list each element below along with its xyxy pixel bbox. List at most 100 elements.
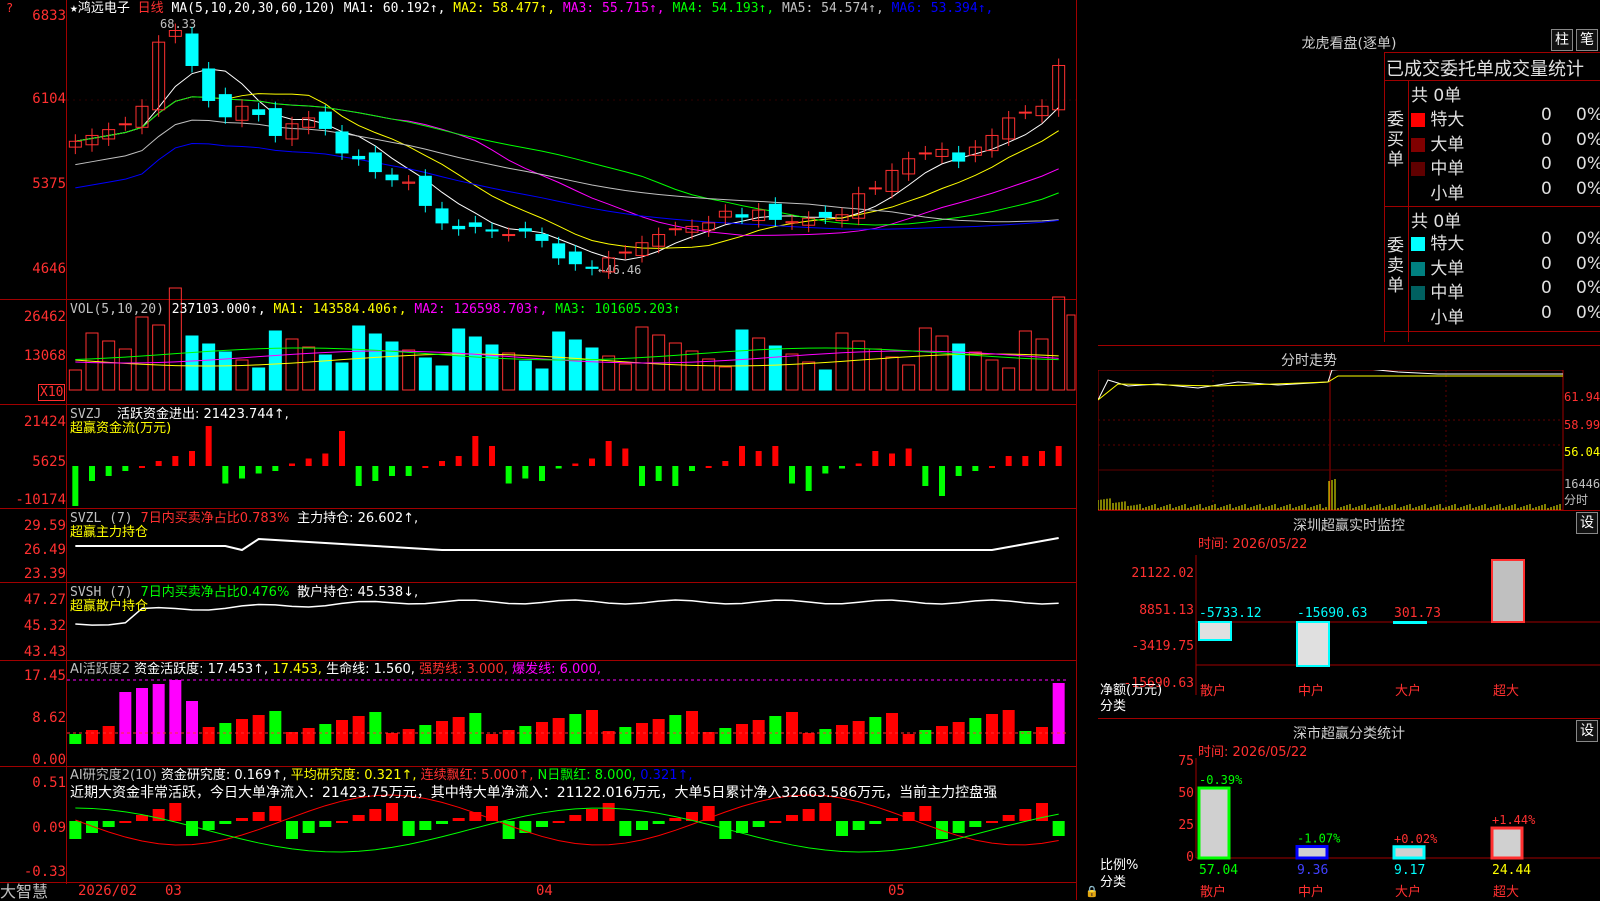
- order-row: 大单00%: [1411, 130, 1600, 155]
- chart-area[interactable]: ★鸿远电子 日线 MA(5,10,20,30,60,120) MA1: 60.1…: [0, 0, 1099, 900]
- activity-bar: [986, 714, 998, 744]
- fund-flow-bar: [1022, 456, 1029, 466]
- activity-bar: [469, 713, 482, 744]
- order-row: 小单00%: [1411, 179, 1600, 204]
- ai-active-axis-label: 0.00: [32, 752, 66, 768]
- sz-monitor-ylabel: 净额(万元): [1100, 683, 1163, 698]
- fund-flow-bar: [472, 436, 479, 466]
- fund-flow-bar: [539, 466, 545, 481]
- fund-flow-bar: [405, 466, 412, 476]
- volume-bar: [152, 324, 166, 391]
- vol-unit-badge: X10: [38, 384, 66, 401]
- price-axis-label: 6833: [32, 8, 66, 24]
- ratio-value-label: 9.36: [1297, 863, 1328, 878]
- net-amount-label: -5733.12: [1199, 606, 1262, 621]
- research-bar: [919, 806, 932, 821]
- research-bar: [286, 821, 298, 839]
- sz-monitor-settings-button[interactable]: 设: [1576, 512, 1598, 534]
- research-bar: [952, 821, 965, 833]
- activity-bar: [1052, 683, 1065, 744]
- intraday-unit: 分时: [1564, 493, 1589, 507]
- activity-bar: [186, 701, 198, 744]
- order-row: 特大00%: [1411, 105, 1600, 130]
- sz-monitor-title: 深圳超赢实时监控: [1293, 518, 1405, 534]
- fund-flow-bar: [305, 458, 312, 466]
- tick-mode-button[interactable]: 笔: [1576, 29, 1598, 51]
- volume-bar: [768, 345, 782, 391]
- intraday-axis-label: 16446: [1564, 477, 1600, 491]
- lock-icon[interactable]: 🔒: [1085, 884, 1099, 899]
- category-label: 中户: [1298, 884, 1324, 900]
- research-bar: [669, 818, 682, 821]
- fund-flow-bar: [989, 466, 995, 468]
- volume-bar: [968, 351, 982, 391]
- fund-flow-bar: [939, 466, 945, 496]
- research-bar: [986, 821, 998, 823]
- fund-flow-bar: [739, 446, 745, 466]
- fund-flow-bar: [489, 446, 495, 466]
- sz-class-axis: 50: [1178, 786, 1194, 801]
- fund-flow-bar: [522, 466, 529, 479]
- candle: [452, 225, 466, 230]
- date-axis-label: 03: [165, 883, 182, 899]
- volume-bar: [618, 363, 632, 391]
- svzl-axis-label: 23.39: [23, 566, 66, 582]
- fund-flow-bar: [872, 451, 879, 466]
- research-bar: [86, 821, 98, 833]
- intraday-chart[interactable]: [1098, 370, 1568, 510]
- sz-class-ylabel: 比例%: [1100, 858, 1139, 873]
- candle: [535, 234, 549, 241]
- sz-class-settings-button[interactable]: 设: [1576, 720, 1598, 742]
- volume-bar: [802, 361, 816, 391]
- date-axis-label: 05: [888, 883, 905, 899]
- activity-bar: [86, 730, 98, 744]
- ai-research-axis-label: 0.51: [32, 775, 66, 791]
- ratio-bar: [1490, 826, 1524, 860]
- ratio-change-label: +0.02%: [1394, 832, 1438, 846]
- research-bar: [886, 818, 898, 821]
- candle: [485, 229, 499, 232]
- order-row: 中单00%: [1411, 278, 1600, 303]
- research-bar: [236, 818, 248, 821]
- ratio-bar: [1295, 845, 1329, 860]
- sz-monitor-axis: -3419.75: [1131, 639, 1194, 654]
- activity-bar: [236, 719, 248, 744]
- svzl-axis-label: 26.49: [23, 542, 66, 558]
- activity-bar: [969, 718, 982, 744]
- fund-flow-bar: [322, 453, 329, 466]
- fund-flow-bar: [789, 466, 795, 484]
- main-holding-line: [75, 537, 1059, 552]
- bar-mode-button[interactable]: 柱: [1551, 29, 1573, 51]
- fund-flow-bar: [722, 461, 729, 466]
- activity-bar: [586, 710, 598, 744]
- volume-bar: [952, 343, 966, 391]
- research-bar: [319, 821, 332, 827]
- research-bar: [269, 806, 282, 821]
- intraday-axis-label: 58.99: [1564, 418, 1600, 432]
- activity-bar: [569, 714, 582, 744]
- volume-bar: [185, 335, 199, 391]
- fund-flow-bar: [605, 441, 612, 466]
- volume-bar: [268, 330, 282, 391]
- kline-chart[interactable]: [67, 0, 1076, 882]
- fund-flow-bar: [1005, 456, 1012, 466]
- fund-flow-bar: [805, 466, 812, 491]
- fund-flow-bar: [272, 466, 279, 471]
- fund-flow-bar: [772, 446, 779, 466]
- research-bar: [352, 815, 365, 821]
- activity-bar: [919, 730, 932, 744]
- sz-class-chart: -0.39% 57.04 散户 -1.07% 9.36 中户 +0.02% 9.17 大户 +1.…: [1195, 758, 1600, 900]
- activity-bar: [519, 726, 532, 744]
- activity-bar: [486, 734, 498, 744]
- fund-flow-bar: [855, 463, 862, 466]
- research-bar: [752, 821, 765, 827]
- order-row: 小单00%: [1411, 303, 1600, 328]
- fund-flow-bar: [105, 466, 112, 476]
- retail-holding-line: [75, 599, 1059, 626]
- fund-flow-bar: [1055, 446, 1062, 466]
- volume-bar: [635, 326, 649, 391]
- volume-bar: [935, 335, 949, 391]
- research-bar: [119, 821, 132, 823]
- intraday-title: 分时走势: [1281, 353, 1337, 369]
- fund-flow-bar: [189, 451, 195, 466]
